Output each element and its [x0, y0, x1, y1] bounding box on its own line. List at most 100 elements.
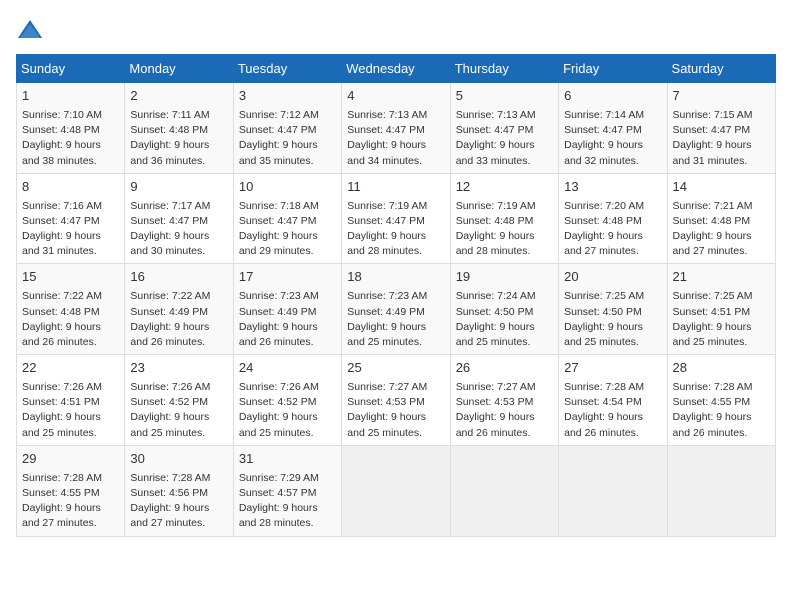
day-number: 8: [22, 178, 119, 197]
day-info: Sunrise: 7:19 AM Sunset: 4:48 PM Dayligh…: [456, 199, 553, 260]
day-number: 29: [22, 450, 119, 469]
day-number: 25: [347, 359, 444, 378]
day-info: Sunrise: 7:17 AM Sunset: 4:47 PM Dayligh…: [130, 199, 227, 260]
day-number: 13: [564, 178, 661, 197]
calendar-cell: 17 Sunrise: 7:23 AM Sunset: 4:49 PM Dayl…: [233, 264, 341, 355]
calendar-cell: 20 Sunrise: 7:25 AM Sunset: 4:50 PM Dayl…: [559, 264, 667, 355]
day-number: 28: [673, 359, 770, 378]
day-number: 20: [564, 268, 661, 287]
day-number: 16: [130, 268, 227, 287]
day-number: 30: [130, 450, 227, 469]
calendar-cell: 3 Sunrise: 7:12 AM Sunset: 4:47 PM Dayli…: [233, 83, 341, 174]
logo-icon: [16, 16, 44, 44]
day-info: Sunrise: 7:26 AM Sunset: 4:51 PM Dayligh…: [22, 380, 119, 441]
calendar-cell: 9 Sunrise: 7:17 AM Sunset: 4:47 PM Dayli…: [125, 173, 233, 264]
header-thursday: Thursday: [450, 55, 558, 83]
day-info: Sunrise: 7:23 AM Sunset: 4:49 PM Dayligh…: [239, 289, 336, 350]
calendar-cell: 12 Sunrise: 7:19 AM Sunset: 4:48 PM Dayl…: [450, 173, 558, 264]
calendar-cell: 21 Sunrise: 7:25 AM Sunset: 4:51 PM Dayl…: [667, 264, 775, 355]
calendar-cell: 11 Sunrise: 7:19 AM Sunset: 4:47 PM Dayl…: [342, 173, 450, 264]
day-info: Sunrise: 7:28 AM Sunset: 4:54 PM Dayligh…: [564, 380, 661, 441]
day-info: Sunrise: 7:18 AM Sunset: 4:47 PM Dayligh…: [239, 199, 336, 260]
header-friday: Friday: [559, 55, 667, 83]
calendar-cell: 6 Sunrise: 7:14 AM Sunset: 4:47 PM Dayli…: [559, 83, 667, 174]
calendar-cell: 24 Sunrise: 7:26 AM Sunset: 4:52 PM Dayl…: [233, 355, 341, 446]
header-saturday: Saturday: [667, 55, 775, 83]
header-monday: Monday: [125, 55, 233, 83]
day-info: Sunrise: 7:21 AM Sunset: 4:48 PM Dayligh…: [673, 199, 770, 260]
calendar-cell: 29 Sunrise: 7:28 AM Sunset: 4:55 PM Dayl…: [17, 445, 125, 536]
day-number: 14: [673, 178, 770, 197]
day-number: 9: [130, 178, 227, 197]
day-number: 1: [22, 87, 119, 106]
calendar-cell: 4 Sunrise: 7:13 AM Sunset: 4:47 PM Dayli…: [342, 83, 450, 174]
calendar-cell: 13 Sunrise: 7:20 AM Sunset: 4:48 PM Dayl…: [559, 173, 667, 264]
day-info: Sunrise: 7:25 AM Sunset: 4:51 PM Dayligh…: [673, 289, 770, 350]
day-number: 23: [130, 359, 227, 378]
day-info: Sunrise: 7:20 AM Sunset: 4:48 PM Dayligh…: [564, 199, 661, 260]
day-info: Sunrise: 7:13 AM Sunset: 4:47 PM Dayligh…: [347, 108, 444, 169]
calendar-cell: 15 Sunrise: 7:22 AM Sunset: 4:48 PM Dayl…: [17, 264, 125, 355]
calendar-week-3: 15 Sunrise: 7:22 AM Sunset: 4:48 PM Dayl…: [17, 264, 776, 355]
day-number: 27: [564, 359, 661, 378]
calendar-cell: 2 Sunrise: 7:11 AM Sunset: 4:48 PM Dayli…: [125, 83, 233, 174]
calendar-cell: [450, 445, 558, 536]
calendar-cell: 8 Sunrise: 7:16 AM Sunset: 4:47 PM Dayli…: [17, 173, 125, 264]
day-info: Sunrise: 7:26 AM Sunset: 4:52 PM Dayligh…: [239, 380, 336, 441]
calendar-cell: 26 Sunrise: 7:27 AM Sunset: 4:53 PM Dayl…: [450, 355, 558, 446]
calendar-cell: 25 Sunrise: 7:27 AM Sunset: 4:53 PM Dayl…: [342, 355, 450, 446]
day-number: 10: [239, 178, 336, 197]
calendar-cell: 14 Sunrise: 7:21 AM Sunset: 4:48 PM Dayl…: [667, 173, 775, 264]
header-sunday: Sunday: [17, 55, 125, 83]
calendar-cell: 7 Sunrise: 7:15 AM Sunset: 4:47 PM Dayli…: [667, 83, 775, 174]
day-info: Sunrise: 7:25 AM Sunset: 4:50 PM Dayligh…: [564, 289, 661, 350]
day-info: Sunrise: 7:14 AM Sunset: 4:47 PM Dayligh…: [564, 108, 661, 169]
day-number: 21: [673, 268, 770, 287]
day-number: 24: [239, 359, 336, 378]
calendar-cell: [342, 445, 450, 536]
day-info: Sunrise: 7:13 AM Sunset: 4:47 PM Dayligh…: [456, 108, 553, 169]
calendar-week-1: 1 Sunrise: 7:10 AM Sunset: 4:48 PM Dayli…: [17, 83, 776, 174]
header-wednesday: Wednesday: [342, 55, 450, 83]
day-number: 31: [239, 450, 336, 469]
day-number: 5: [456, 87, 553, 106]
calendar-cell: 18 Sunrise: 7:23 AM Sunset: 4:49 PM Dayl…: [342, 264, 450, 355]
calendar-cell: 19 Sunrise: 7:24 AM Sunset: 4:50 PM Dayl…: [450, 264, 558, 355]
day-info: Sunrise: 7:10 AM Sunset: 4:48 PM Dayligh…: [22, 108, 119, 169]
calendar-cell: 23 Sunrise: 7:26 AM Sunset: 4:52 PM Dayl…: [125, 355, 233, 446]
day-number: 11: [347, 178, 444, 197]
page-header: [16, 16, 776, 44]
calendar-cell: 10 Sunrise: 7:18 AM Sunset: 4:47 PM Dayl…: [233, 173, 341, 264]
calendar-week-4: 22 Sunrise: 7:26 AM Sunset: 4:51 PM Dayl…: [17, 355, 776, 446]
calendar-cell: 1 Sunrise: 7:10 AM Sunset: 4:48 PM Dayli…: [17, 83, 125, 174]
calendar-cell: 31 Sunrise: 7:29 AM Sunset: 4:57 PM Dayl…: [233, 445, 341, 536]
day-info: Sunrise: 7:16 AM Sunset: 4:47 PM Dayligh…: [22, 199, 119, 260]
calendar-week-5: 29 Sunrise: 7:28 AM Sunset: 4:55 PM Dayl…: [17, 445, 776, 536]
calendar-cell: 22 Sunrise: 7:26 AM Sunset: 4:51 PM Dayl…: [17, 355, 125, 446]
calendar-cell: 30 Sunrise: 7:28 AM Sunset: 4:56 PM Dayl…: [125, 445, 233, 536]
day-number: 19: [456, 268, 553, 287]
calendar-header-row: SundayMondayTuesdayWednesdayThursdayFrid…: [17, 55, 776, 83]
calendar-table: SundayMondayTuesdayWednesdayThursdayFrid…: [16, 54, 776, 537]
calendar-cell: 27 Sunrise: 7:28 AM Sunset: 4:54 PM Dayl…: [559, 355, 667, 446]
day-info: Sunrise: 7:28 AM Sunset: 4:55 PM Dayligh…: [22, 471, 119, 532]
day-info: Sunrise: 7:26 AM Sunset: 4:52 PM Dayligh…: [130, 380, 227, 441]
day-info: Sunrise: 7:12 AM Sunset: 4:47 PM Dayligh…: [239, 108, 336, 169]
day-info: Sunrise: 7:28 AM Sunset: 4:56 PM Dayligh…: [130, 471, 227, 532]
day-number: 15: [22, 268, 119, 287]
day-number: 17: [239, 268, 336, 287]
day-number: 2: [130, 87, 227, 106]
day-number: 26: [456, 359, 553, 378]
day-info: Sunrise: 7:28 AM Sunset: 4:55 PM Dayligh…: [673, 380, 770, 441]
day-number: 3: [239, 87, 336, 106]
day-number: 18: [347, 268, 444, 287]
logo: [16, 16, 48, 44]
day-number: 4: [347, 87, 444, 106]
calendar-cell: 5 Sunrise: 7:13 AM Sunset: 4:47 PM Dayli…: [450, 83, 558, 174]
calendar-cell: 16 Sunrise: 7:22 AM Sunset: 4:49 PM Dayl…: [125, 264, 233, 355]
calendar-cell: 28 Sunrise: 7:28 AM Sunset: 4:55 PM Dayl…: [667, 355, 775, 446]
day-info: Sunrise: 7:15 AM Sunset: 4:47 PM Dayligh…: [673, 108, 770, 169]
day-info: Sunrise: 7:27 AM Sunset: 4:53 PM Dayligh…: [347, 380, 444, 441]
day-info: Sunrise: 7:19 AM Sunset: 4:47 PM Dayligh…: [347, 199, 444, 260]
day-info: Sunrise: 7:27 AM Sunset: 4:53 PM Dayligh…: [456, 380, 553, 441]
